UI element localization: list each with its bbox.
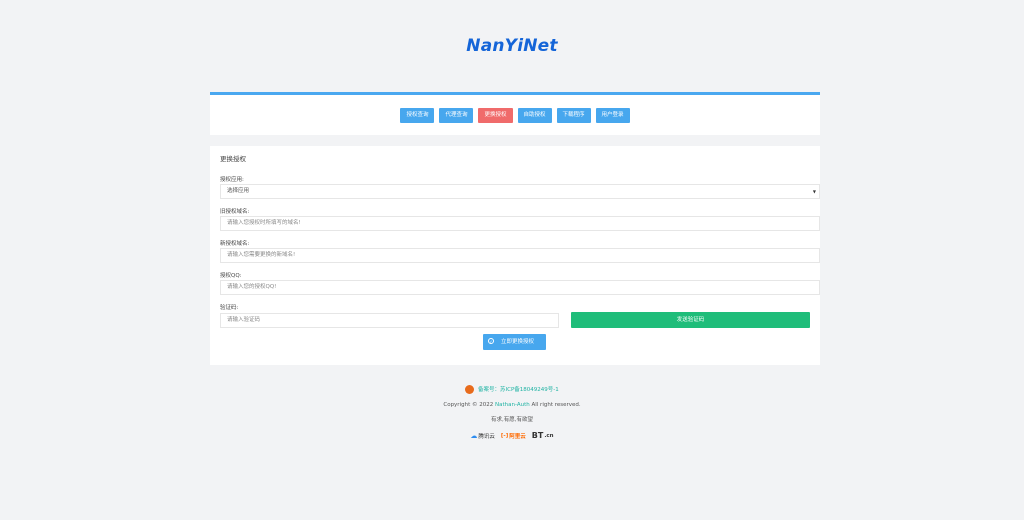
form-title: 更换授权 (220, 155, 246, 163)
tencent-cloud-logo[interactable]: ☁ 腾讯云 (470, 432, 495, 440)
bt-logo[interactable]: BT .cn (532, 431, 554, 440)
copyright-prefix: Copyright © 2022 (443, 402, 494, 408)
copyright: Copyright © 2022 Nathan-Auth All right r… (0, 402, 1024, 408)
old-domain-label: 旧授权域名: (220, 209, 250, 215)
aliyun-bracket-icon: [-] (500, 432, 509, 439)
code-input[interactable]: 请输入验证码 (220, 313, 559, 328)
aliyun-logo[interactable]: [-] 阿里云 (501, 432, 526, 440)
submit-button-label: 立即更换授权 (501, 339, 535, 345)
icp-record[interactable]: 备案号：苏ICP备18049249号-1 (0, 385, 1024, 394)
nav-button-change-auth[interactable]: 更换授权 (478, 107, 513, 123)
new-domain-input[interactable]: 请输入您需要更换的新域名! (220, 248, 820, 263)
chevron-down-icon: ▼ (812, 189, 816, 194)
qq-label: 授权QQ: (220, 273, 242, 279)
change-auth-form: 更换授权 授权应用: 选择应用 ▼ 旧授权域名: 请输入您授权时所填写的域名! … (210, 146, 820, 365)
app-select[interactable]: 选择应用 ▼ (220, 184, 820, 199)
submit-button[interactable]: ✓ 立即更换授权 (483, 334, 546, 350)
qq-input[interactable]: 请输入您的授权QQ! (220, 280, 820, 295)
nav-button-self-auth[interactable]: 自助授权 (517, 107, 552, 123)
footer-motto: 有求,有愿,有欲望 (491, 417, 533, 423)
partner-logos: ☁ 腾讯云 [-] 阿里云 BT .cn (0, 431, 1024, 440)
nav-button-query-auth[interactable]: 授权查询 (400, 107, 435, 123)
tencent-cloud-label: 腾讯云 (478, 433, 495, 440)
old-domain-input[interactable]: 请输入您授权时所填写的域名! (220, 216, 820, 231)
site-logo[interactable]: NanYiNet (0, 36, 1024, 56)
bt-suffix: .cn (544, 432, 554, 439)
copyright-suffix: All right reserved. (531, 402, 581, 408)
new-domain-label: 新授权域名: (220, 241, 250, 247)
nav-button-download[interactable]: 下载程序 (556, 107, 591, 123)
copyright-link[interactable]: Nathan-Auth (495, 402, 530, 408)
app-label: 授权应用: (220, 177, 244, 183)
code-label: 验证码: (220, 305, 239, 311)
icp-badge-icon (465, 385, 475, 394)
nav-bar: 授权查询 代理查询 更换授权 自助授权 下载程序 用户登录 (210, 92, 820, 135)
aliyun-label: 阿里云 (509, 433, 526, 440)
cloud-icon: ☁ (470, 431, 478, 440)
check-circle-icon: ✓ (488, 338, 494, 344)
bt-label: BT (531, 431, 544, 440)
nav-button-query-agent[interactable]: 代理查询 (439, 107, 474, 123)
nav-button-login[interactable]: 用户登录 (595, 107, 630, 123)
app-select-value: 选择应用 (227, 188, 250, 194)
icp-text: 备案号：苏ICP备18049249号-1 (477, 387, 559, 393)
send-code-button[interactable]: 发送验证码 (571, 312, 810, 328)
